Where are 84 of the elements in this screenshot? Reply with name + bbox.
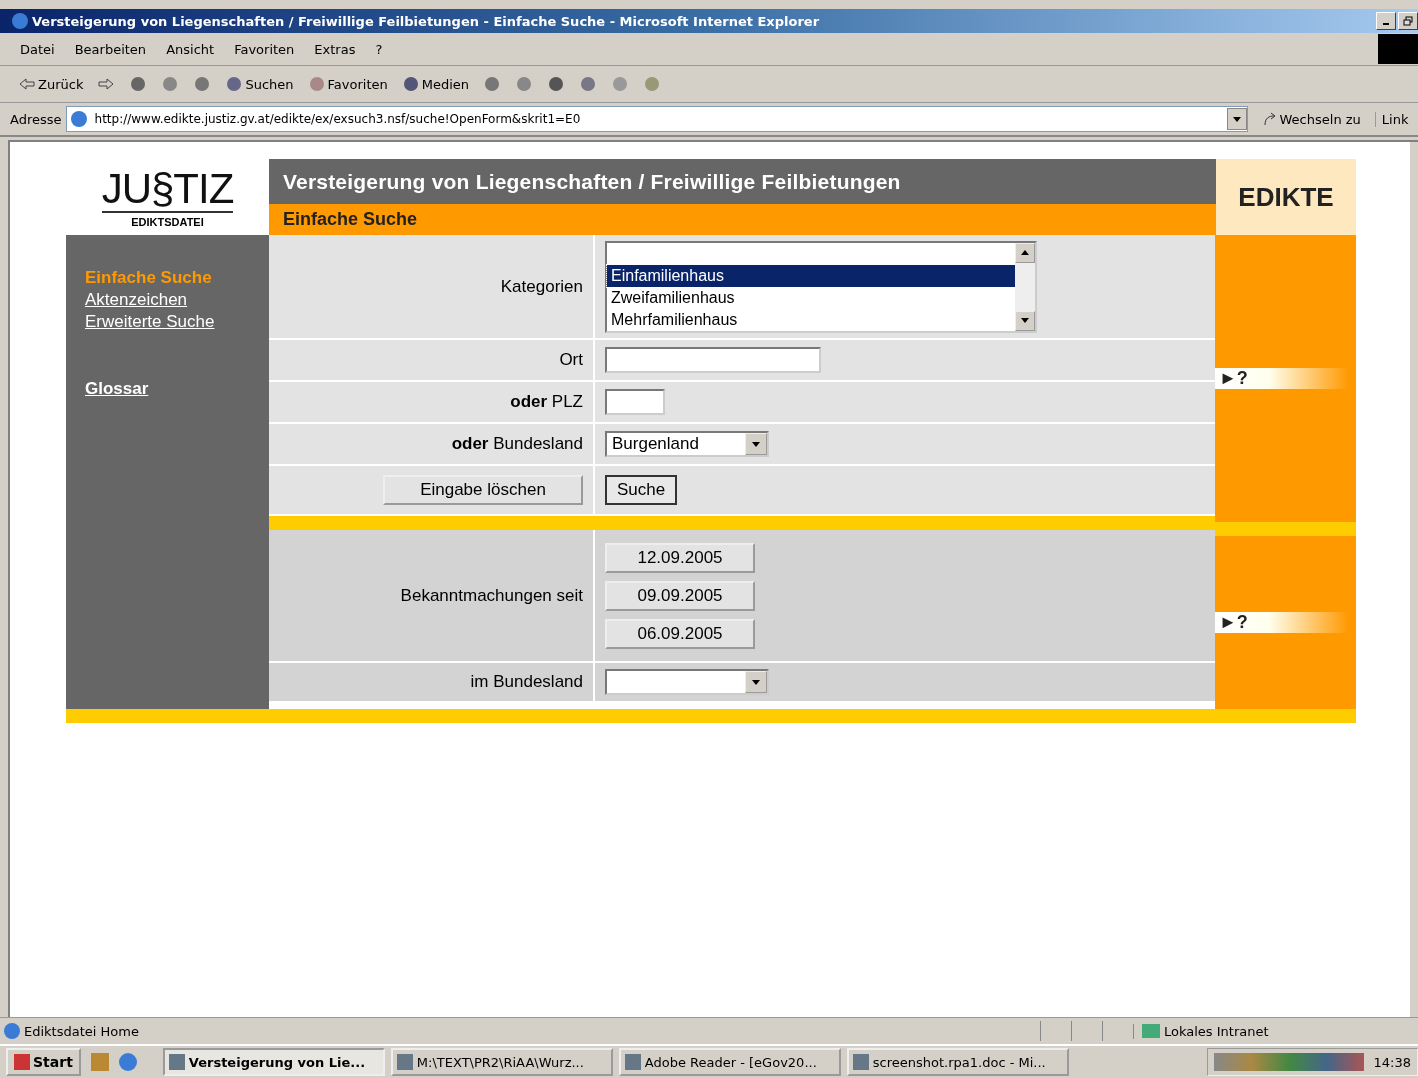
help-link[interactable]: ►? [1215,612,1349,633]
sidebar-link[interactable]: Aktenzeichen [85,289,188,311]
toolbar-glyph-icon [307,75,326,93]
toolbar-glyph-icon [643,75,662,93]
taskbar-button[interactable]: Versteigerung von Lie... [162,1048,385,1076]
taskbar-button[interactable]: Adobe Reader - [eGov20... [618,1048,841,1076]
taskbar-button[interactable]: screenshot.rpa1.doc - Mi... [846,1048,1069,1076]
toolbar-button[interactable]: Favoriten [303,73,392,95]
quick-launch-icon[interactable] [118,1053,137,1071]
links-button[interactable]: Link [1374,111,1409,127]
minimize-icon [1383,23,1389,25]
zone-text: Lokales Intranet [1133,1023,1269,1039]
menu-item[interactable]: Bearbeiten [64,41,157,57]
help-link[interactable]: ►? [1215,368,1349,389]
toolbar-glyph-icon [193,75,212,93]
field-label: Ort [559,350,583,370]
field-label: oder PLZ [510,392,583,412]
state-select[interactable]: Burgenland [605,431,769,457]
menu-item[interactable]: Favoriten [224,41,305,57]
address-label: Adresse [10,111,62,127]
date-button[interactable]: 06.09.2005 [605,618,755,649]
toolbar-glyph-icon [579,75,598,93]
quick-launch-icon[interactable] [90,1053,109,1071]
toolbar-glyph-icon [161,75,180,93]
toolbar-button[interactable]: Medien [397,73,474,95]
toolbar-glyph-icon [129,75,148,93]
menu-item[interactable]: Extras [304,41,366,57]
restore-button[interactable] [1398,12,1418,30]
edikte-label: EDIKTE [1216,159,1356,235]
caret-up-icon [1021,250,1029,255]
clock: 14:38 [1373,1054,1411,1070]
restore-icon [1403,16,1413,26]
menu-item[interactable]: Datei [10,41,65,57]
sidebar-link[interactable]: Erweiterte Suche [85,311,215,333]
logo-text: JU§TIZ [101,166,234,213]
glossary-link[interactable]: Glossar [85,378,149,400]
start-button[interactable]: Start [6,1048,81,1076]
list-option[interactable]: Zweifamilienhaus [607,286,1015,309]
toolbar-glyph-icon [225,75,244,93]
state-select[interactable] [605,669,769,695]
menu-item[interactable]: Ansicht [156,41,225,57]
caret-icon [752,679,760,685]
logo-subtitle: EDIKTSDATEI [131,215,204,228]
caret-icon [752,441,760,447]
taskbar-button[interactable]: M:\TEXT\PR2\RiAA\Wurz... [390,1048,613,1076]
zip-input[interactable] [605,389,665,415]
category-listbox[interactable]: Einfamilienhaus Zweifamilienhaus Mehrfamilienhaus [605,240,1037,333]
scrollbar[interactable] [1410,142,1418,1017]
page-title: Versteigerung von Liegenschaften / Freiwillige Feilbietungen [269,159,1216,204]
toolbar-glyph-icon [515,75,534,93]
caret-icon [1021,318,1029,323]
list-option[interactable]: Mehrfamilienhaus [607,308,1015,331]
list-option[interactable]: Einfamilienhaus [607,264,1015,287]
arrow-icon [1261,111,1278,127]
caret-icon [1232,116,1241,122]
go-button[interactable]: Wechseln zu [1251,111,1371,127]
place-input[interactable] [605,347,821,373]
date-button[interactable]: 12.09.2005 [605,542,755,573]
toolbar-glyph-icon [611,75,630,93]
field-label: oder Bundesland [451,434,583,454]
address-field[interactable]: http://www.edikte.justiz.gv.at/edikte/ex/exsuch3.nsf/suche!OpenForm&skrit1=E0 [65,106,1248,132]
scrollbar[interactable] [1015,242,1035,331]
page-subtitle: Einfache Suche [269,204,1216,235]
toolbar-button[interactable]: Zurück [14,74,88,94]
status-text: Ediktsdatei Home [0,1023,1040,1039]
toolbar-glyph-icon [401,75,420,93]
toolbar-glyph-icon [483,75,502,93]
browser-icon [12,13,28,29]
field-label: Kategorien [500,276,583,297]
toolbar-button[interactable]: Suchen [221,73,298,95]
reset-button[interactable]: Eingabe löschen [383,475,583,505]
page-icon [70,111,87,127]
arrow-icon [18,77,36,91]
tray-icons[interactable] [1213,1053,1364,1071]
dropdown-button[interactable] [1226,108,1247,130]
field-label: Bekanntmachungen seit [400,585,583,606]
date-button[interactable]: 09.09.2005 [605,580,755,611]
field-label: im Bundesland [470,672,583,692]
arrow-icon [97,77,116,91]
minimize-button[interactable] [1376,12,1396,30]
window-title: Versteigerung von Liegenschaften / Freiwillige Feilbietungen - Einfache Suche - Microsoft Internet Explorer [32,13,821,29]
search-button[interactable]: Suche [605,475,678,505]
menu-item[interactable]: ? [365,41,393,57]
toolbar-glyph-icon [547,75,566,93]
